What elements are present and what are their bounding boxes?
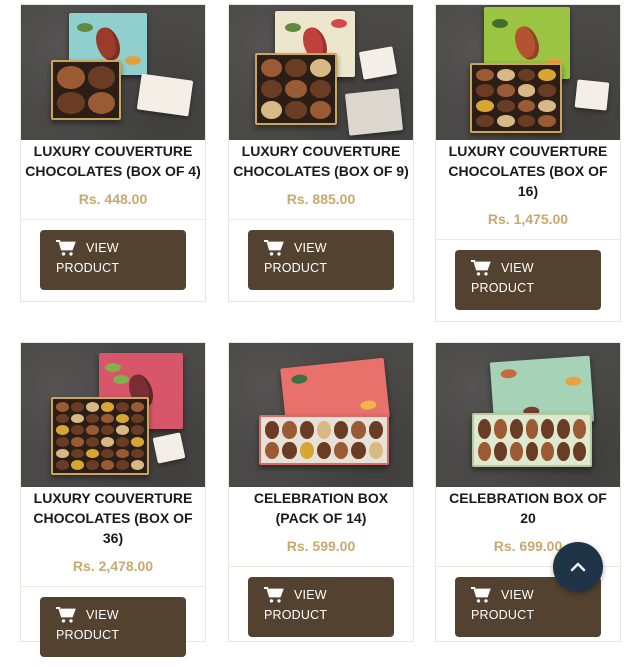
back-to-top-button[interactable] xyxy=(553,542,603,592)
product-label: PRODUCT xyxy=(471,281,535,295)
box-tray xyxy=(51,397,149,475)
chevron-up-icon xyxy=(570,562,586,572)
product-name[interactable]: CELEBRATION BOX OF 20 xyxy=(436,488,620,528)
product-label: PRODUCT xyxy=(264,608,328,622)
product-image[interactable] xyxy=(229,5,413,140)
product-actions: VIEW PRODUCT xyxy=(21,586,205,667)
cart-icon xyxy=(471,259,491,276)
product-image[interactable] xyxy=(229,343,413,487)
product-price: Rs. 885.00 xyxy=(286,191,356,207)
cart-icon xyxy=(56,606,76,623)
cart-icon xyxy=(264,239,284,256)
view-label: VIEW xyxy=(86,608,119,622)
product-label: PRODUCT xyxy=(264,261,328,275)
view-product-button[interactable]: VIEW PRODUCT xyxy=(40,230,186,290)
view-label: VIEW xyxy=(501,261,534,275)
product-label: PRODUCT xyxy=(471,608,535,622)
box-tray xyxy=(470,63,562,133)
product-price: Rs. 2,478.00 xyxy=(72,558,154,574)
cart-icon xyxy=(56,239,76,256)
product-name[interactable]: LUXURY COUVERTURE CHOCOLATES (BOX OF 9) xyxy=(229,141,413,181)
product-image[interactable] xyxy=(21,343,205,487)
product-name[interactable]: CELEBRATION BOX (PACK OF 14) xyxy=(229,488,413,528)
product-image[interactable] xyxy=(436,5,620,140)
product-price: Rs. 448.00 xyxy=(78,191,148,207)
product-actions: VIEW PRODUCT xyxy=(229,566,413,647)
product-price: Rs. 1,475.00 xyxy=(487,211,569,227)
product-actions: VIEW PRODUCT xyxy=(436,239,620,320)
product-card-5: CELEBRATION BOX (PACK OF 14) Rs. 599.00 … xyxy=(228,342,414,642)
box-tray xyxy=(51,60,121,120)
view-label: VIEW xyxy=(501,588,534,602)
view-label: VIEW xyxy=(294,588,327,602)
product-actions: VIEW PRODUCT xyxy=(21,219,205,300)
product-image[interactable] xyxy=(436,343,620,487)
box-tray xyxy=(472,413,592,467)
product-image[interactable] xyxy=(21,5,205,140)
box-tray xyxy=(259,415,389,465)
product-card-6: CELEBRATION BOX OF 20 Rs. 699.00 VIEW PR… xyxy=(435,342,621,642)
product-card-3: LUXURY COUVERTURE CHOCOLATES (BOX OF 16)… xyxy=(435,4,621,322)
view-label: VIEW xyxy=(86,241,119,255)
view-product-button[interactable]: VIEW PRODUCT xyxy=(40,597,186,657)
product-name[interactable]: LUXURY COUVERTURE CHOCOLATES (BOX OF 16) xyxy=(436,141,620,201)
product-card-2: LUXURY COUVERTURE CHOCOLATES (BOX OF 9) … xyxy=(228,4,414,302)
view-product-button[interactable]: VIEW PRODUCT xyxy=(248,230,394,290)
product-name[interactable]: LUXURY COUVERTURE CHOCOLATES (BOX OF 4) xyxy=(21,141,205,181)
product-actions: VIEW PRODUCT xyxy=(229,219,413,300)
view-product-button[interactable]: VIEW PRODUCT xyxy=(248,577,394,637)
product-card-4: LUXURY COUVERTURE CHOCOLATES (BOX OF 36)… xyxy=(20,342,206,657)
product-name[interactable]: LUXURY COUVERTURE CHOCOLATES (BOX OF 36) xyxy=(21,488,205,548)
view-product-button[interactable]: VIEW PRODUCT xyxy=(455,250,601,310)
cart-icon xyxy=(471,586,491,603)
cart-icon xyxy=(264,586,284,603)
product-card-1: LUXURY COUVERTURE CHOCOLATES (BOX OF 4) … xyxy=(20,4,206,302)
product-price: Rs. 599.00 xyxy=(286,538,356,554)
product-label: PRODUCT xyxy=(56,628,120,642)
product-label: PRODUCT xyxy=(56,261,120,275)
view-label: VIEW xyxy=(294,241,327,255)
box-tray xyxy=(255,53,337,125)
